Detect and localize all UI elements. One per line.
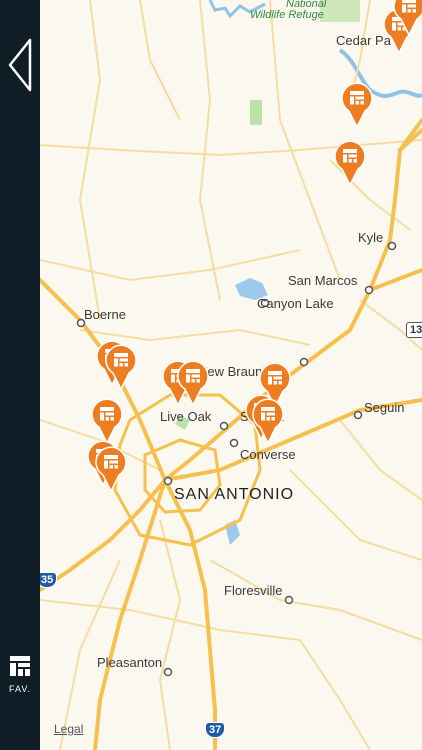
store-pin-icon [105, 344, 137, 391]
store-pin[interactable] [90, 398, 124, 445]
label-seguin: Seguin [364, 400, 405, 415]
label-live-oak: Live Oak [160, 409, 212, 424]
label-san-marcos: San Marcos [288, 273, 358, 288]
legal-link[interactable]: Legal [54, 722, 83, 736]
store-pin-icon [252, 398, 284, 445]
label-boerne: Boerne [84, 307, 126, 322]
map-view[interactable]: National Wildlife Refuge Cedar Pa Kyle S… [40, 0, 422, 750]
store-pin[interactable] [176, 360, 210, 407]
store-pin[interactable] [340, 82, 374, 129]
back-button[interactable] [0, 30, 40, 100]
store-pin-icon [341, 82, 373, 129]
store-icon [10, 656, 30, 676]
label-floresville: Floresville [224, 583, 283, 598]
store-pin-icon [393, 0, 422, 37]
store-pin[interactable] [392, 0, 422, 37]
label-kyle: Kyle [358, 230, 384, 245]
store-pin-icon [177, 360, 209, 407]
store-pin[interactable] [251, 398, 285, 445]
label-converse: Converse [240, 447, 296, 462]
label-san-antonio: SAN ANTONIO [174, 486, 295, 503]
sidebar: FAV. [0, 0, 40, 750]
back-arrow-icon [8, 38, 32, 92]
route-13-shield: 13 [406, 322, 422, 338]
label-canyon-lake: Canyon Lake [257, 296, 334, 311]
store-pin-icon [95, 446, 127, 493]
favorites-button[interactable]: FAV. [0, 655, 40, 705]
store-pin[interactable] [94, 446, 128, 493]
label-pleasanton: Pleasanton [97, 655, 163, 670]
store-pin-icon [334, 140, 366, 187]
store-pin-icon [91, 398, 123, 445]
label-wildlife-refuge-2: Wildlife Refuge [250, 9, 324, 21]
store-pin[interactable] [333, 140, 367, 187]
store-pin[interactable] [104, 344, 138, 391]
favorites-label: FAV. [8, 684, 31, 694]
